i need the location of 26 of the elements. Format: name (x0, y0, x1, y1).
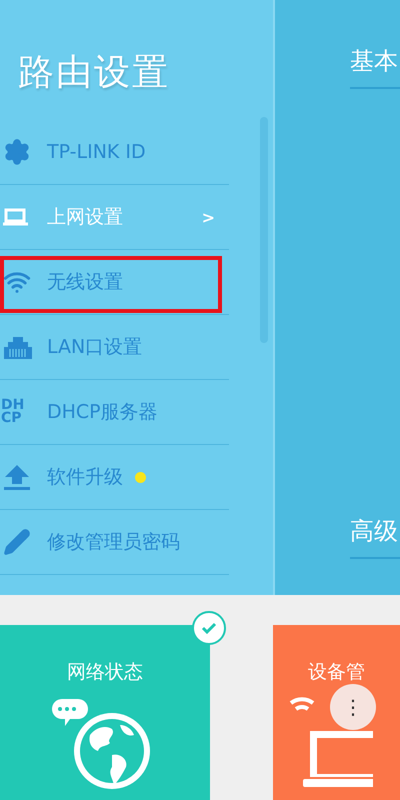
chevron-text: > (202, 208, 215, 226)
menu-item[interactable]: TP-LINK ID (0, 120, 229, 185)
section-title: 高级 (350, 515, 400, 559)
menu-label: 上网设置 (47, 205, 123, 230)
menu-item[interactable]: 修改管理员密码 (0, 510, 229, 575)
section-title: 基本 (350, 45, 400, 89)
dhcp-icon: DH CP (1, 399, 24, 425)
menu-label: 修改管理员密码 (47, 530, 180, 555)
menu-label: 无线设置 (47, 270, 123, 295)
pencil-icon (3, 528, 31, 556)
card-title: 设备管 (308, 660, 365, 685)
drawer-title: 路由设置 (17, 51, 171, 95)
menu-label: TP-LINK ID (47, 141, 146, 163)
menu-item[interactable]: LAN口设置 (0, 315, 229, 380)
menu-label: 软件升级 (47, 465, 123, 490)
feature-card[interactable]: 网络状态 (0, 625, 210, 800)
menu-item[interactable]: 无线设置 (0, 250, 229, 315)
laptop-icon (3, 208, 29, 226)
menu-label: DHCP服务器 (47, 400, 158, 425)
upload-icon (3, 464, 31, 490)
menu-item[interactable]: 软件升级 (0, 445, 229, 510)
card-title: 网络状态 (67, 660, 143, 685)
menu-label: LAN口设置 (47, 335, 142, 360)
menu-item[interactable]: DH CP DHCP服务器 (0, 380, 229, 445)
menu-item[interactable]: 上网设置 > (0, 185, 229, 250)
ethernet-port-icon (3, 335, 33, 359)
